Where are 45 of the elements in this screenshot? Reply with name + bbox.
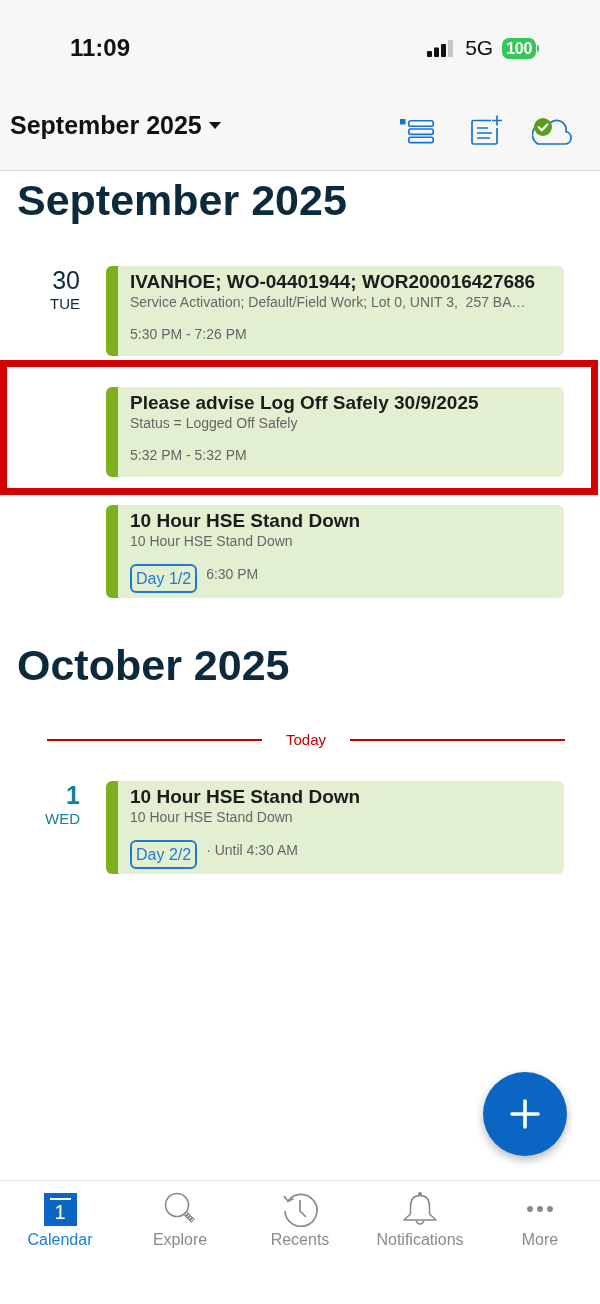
event-title: 10 Hour HSE Stand Down: [130, 510, 362, 532]
event-details: 10 Hour HSE Stand Down: [130, 532, 294, 550]
add-button[interactable]: [483, 1072, 567, 1156]
day-number: 30: [51, 266, 80, 294]
day-badge: Day 1/2: [130, 564, 198, 593]
tab-item[interactable]: Explore: [120, 1181, 240, 1304]
document-plus-icon[interactable]: [471, 115, 503, 145]
list-icon[interactable]: [400, 119, 434, 144]
event-details: Service Activation; Default/Field Work; Lot 0, UNIT 3, 257 BA…: [130, 293, 527, 311]
more-icon: [527, 1206, 553, 1212]
today-label: Today: [285, 730, 327, 750]
day-number: 1: [65, 781, 80, 809]
month-heading: October 2025: [16, 640, 291, 690]
month-heading: September 2025: [16, 175, 348, 225]
weekday-label: WED: [44, 809, 80, 829]
event-title: IVANHOE; WO-04401944; WOR200016427686: [130, 271, 537, 293]
event-card[interactable]: IVANHOE; WO-04401944; WOR200016427686 Service Activation; Default/Field Work; Lot 0, UNIT 3, 257 BA… 5:30 PM - 7:26 PM: [106, 266, 564, 356]
signal-icon: [427, 39, 454, 57]
event-title: Please advise Log Off Safely 30/9/2025: [130, 392, 480, 414]
network-label: 5G: [465, 36, 494, 60]
tab-item[interactable]: Notifications: [360, 1181, 480, 1304]
tab-item[interactable]: 1 Calendar: [0, 1181, 120, 1304]
day-badge: Day 2/2: [130, 840, 198, 869]
event-card[interactable]: 10 Hour HSE Stand Down 10 Hour HSE Stand Down Day 1/2 6:30 PM: [106, 505, 564, 598]
caret-icon: [208, 121, 221, 129]
plus-icon: [510, 1099, 540, 1129]
calendar-icon: 1: [43, 1192, 77, 1226]
weekday-label: TUE: [49, 294, 80, 314]
event-time: · Until 4:30 AM: [206, 841, 298, 859]
event-time: 6:30 PM: [206, 565, 259, 583]
history-icon: [282, 1191, 318, 1227]
tab-item[interactable]: More: [480, 1181, 600, 1304]
bell-icon: [402, 1191, 438, 1227]
event-details: Status = Logged Off Safely: [130, 414, 299, 432]
status-time: 11:09: [70, 34, 131, 62]
event-card[interactable]: 10 Hour HSE Stand Down 10 Hour HSE Stand Down Day 2/2 · Until 4:30 AM: [106, 781, 564, 874]
cloud-check-icon[interactable]: [532, 117, 572, 145]
tab-item[interactable]: Recents: [240, 1181, 360, 1304]
event-title: 10 Hour HSE Stand Down: [130, 786, 362, 808]
event-time: 5:30 PM - 7:26 PM: [130, 325, 247, 343]
event-card[interactable]: Please advise Log Off Safely 30/9/2025 Status = Logged Off Safely 5:32 PM - 5:32 PM: [106, 387, 564, 477]
month-picker[interactable]: September 2025: [10, 110, 221, 140]
battery-indicator: 100: [502, 37, 539, 59]
event-time: 5:32 PM - 5:32 PM: [130, 446, 247, 464]
event-details: 10 Hour HSE Stand Down: [130, 808, 294, 826]
